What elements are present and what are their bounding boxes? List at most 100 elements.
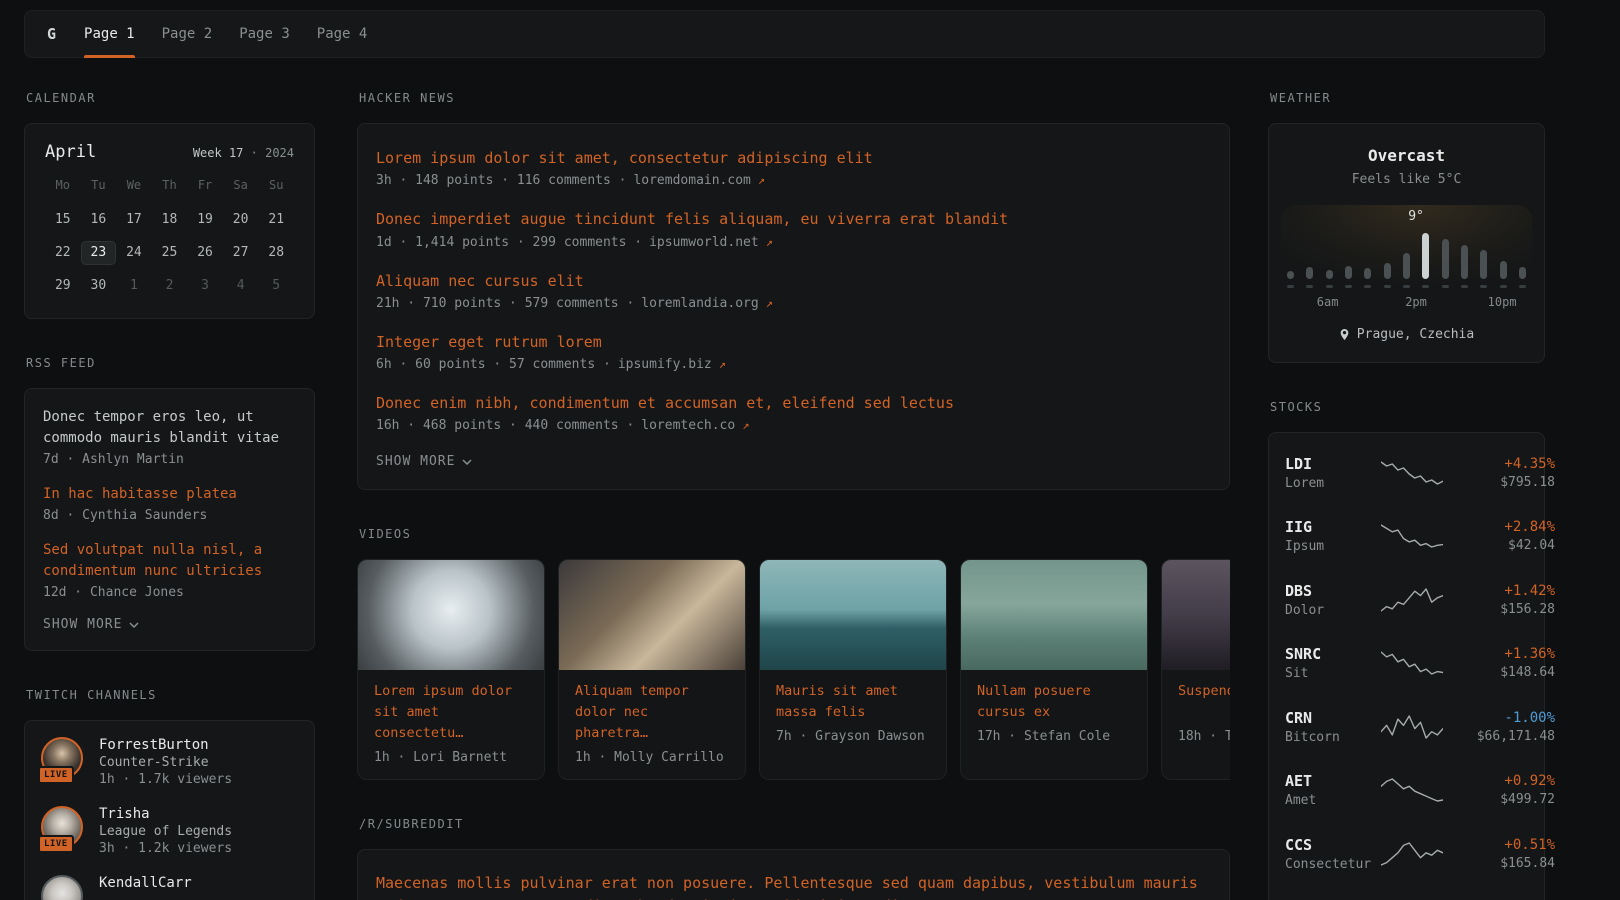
stock-row[interactable]: LDI Lorem +4.35% $795.18 [1285,441,1528,505]
video-meta: 1h · Molly Carrillo [575,750,729,765]
stock-row[interactable]: CCS Consectetur +0.51% $165.84 [1285,822,1528,886]
video-thumbnail[interactable] [358,560,544,670]
app-logo[interactable]: G [47,11,56,57]
calendar-month: April [45,142,96,162]
stock-symbol[interactable]: IIG [1285,518,1381,536]
hn-story-domain-link[interactable]: ipsumify.biz [618,357,712,372]
rss-item-title[interactable]: Sed volutpat nulla nisl, a condimentum n… [43,540,296,582]
external-link-icon: ↗ [742,418,749,432]
rss-item-title[interactable]: Donec tempor eros leo, ut commodo mauris… [43,407,296,449]
twitch-channel-list: LIVE ForrestBurton Counter-Strike 1h · 1… [41,737,298,900]
stock-row[interactable]: IIG Ipsum +2.84% $42.04 [1285,505,1528,569]
stock-identity: LDI Lorem [1285,455,1381,491]
weather-hour-dot [1422,285,1429,288]
rss-item-list: Donec tempor eros leo, ut commodo mauris… [43,407,296,600]
calendar-day-headers: MoTuWeThFrSaSu [45,178,294,192]
subreddit-post-list: Maecenas mollis pulvinar erat non posuer… [376,872,1211,900]
stock-row[interactable]: SNRC Sit +1.36% $148.64 [1285,632,1528,696]
twitch-channel-meta: 1h · 1.7k viewers [99,772,232,787]
rss-item-meta: 7d · Ashlyn Martin [43,452,296,467]
stock-name: Consectetur [1285,857,1381,872]
twitch-channel-row[interactable]: LIVE ForrestBurton Counter-Strike 1h · 1… [41,737,298,787]
video-title[interactable]: Lorem ipsum dolor sit amet consectetu… [374,681,528,744]
stock-name: Sit [1285,666,1381,681]
stock-symbol[interactable]: CRN [1285,709,1381,727]
stock-name: Bitcorn [1285,730,1381,745]
hn-story-title[interactable]: Donec imperdiet augue tincidunt felis al… [376,209,1211,229]
calendar-dow-label: Th [152,178,188,192]
hn-show-more-button[interactable]: SHOW MORE [376,454,1211,469]
page-tab[interactable]: Page 3 [239,11,290,57]
twitch-channel-name[interactable]: Trisha [99,806,232,822]
weather-hour-dot [1519,285,1526,288]
weather-widget-title: WEATHER [1270,91,1545,105]
hn-story-title[interactable]: Integer eget rutrum lorem [376,332,1211,352]
calendar-widget-title: CALENDAR [26,91,315,105]
stock-row[interactable]: AET Amet +0.92% $499.72 [1285,759,1528,823]
hn-story-title[interactable]: Donec enim nibh, condimentum et accumsan… [376,393,1211,413]
video-card-body: Suspendisse diam 18h · Tara [1162,670,1230,758]
twitch-channel-name[interactable]: ForrestBurton [99,737,232,753]
page-tab[interactable]: Page 4 [317,11,368,57]
video-card[interactable]: Nullam posuere cursus ex 17h · Stefan Co… [960,559,1148,780]
hn-story-domain-link[interactable]: loremtech.co [641,418,735,433]
hn-story-title[interactable]: Lorem ipsum dolor sit amet, consectetur … [376,148,1211,168]
page-tab[interactable]: Page 2 [162,11,213,57]
stock-list: LDI Lorem +4.35% $795.18 [1285,441,1528,900]
weather-location-row: Prague, Czechia [1287,327,1526,342]
stock-sparkline [1381,649,1443,677]
stock-symbol[interactable]: SNRC [1285,645,1381,663]
hn-story-meta: 3h · 148 points · 116 comments · loremdo… [376,173,1211,188]
stock-row[interactable]: DBS Dolor +1.42% $156.28 [1285,568,1528,632]
calendar-day: 4 [223,274,259,298]
video-card[interactable]: Mauris sit amet massa felis 7h · Grayson… [759,559,947,780]
video-title[interactable]: Suspendisse diam [1178,681,1230,723]
calendar-days: 1516171819202122232425262728293012345 [45,208,294,298]
video-thumbnail[interactable] [559,560,745,670]
rss-item-title[interactable]: In hac habitasse platea [43,484,296,505]
video-card[interactable]: Lorem ipsum dolor sit amet consectetu… 1… [357,559,545,780]
video-title[interactable]: Aliquam tempor dolor nec pharetra… [575,681,729,744]
twitch-channel-name[interactable]: KendallCarr [99,875,192,891]
hn-story-domain-link[interactable]: ipsumworld.net [649,235,759,250]
video-card[interactable]: Aliquam tempor dolor nec pharetra… 1h · … [558,559,746,780]
video-title[interactable]: Nullam posuere cursus ex [977,681,1131,723]
calendar-day: 2 [152,274,188,298]
stock-symbol[interactable]: AET [1285,772,1381,790]
calendar-week: Week 17 [193,146,244,160]
stock-symbol[interactable]: DBS [1285,582,1381,600]
video-card-body: Lorem ipsum dolor sit amet consectetu… 1… [358,670,544,779]
weather-time-labels: 6am2pm10pm [1287,295,1526,311]
twitch-widget: TWITCH CHANNELS LIVE [24,688,315,900]
video-thumbnail[interactable] [760,560,946,670]
rss-show-more-button[interactable]: SHOW MORE [43,617,296,632]
stock-identity: CRN Bitcorn [1285,709,1381,745]
hn-story-title[interactable]: Aliquam nec cursus elit [376,271,1211,291]
video-thumbnail[interactable] [1162,560,1230,670]
stock-sparkline [1381,522,1443,550]
video-thumbnail[interactable] [961,560,1147,670]
weather-time-label: 10pm [1488,295,1517,309]
subreddit-post: Maecenas mollis pulvinar erat non posuer… [376,872,1211,900]
right-column: WEATHER Overcast Feels like 5°C 9° [1268,91,1545,900]
weather-time-label: 6am [1317,295,1339,309]
twitch-avatar-wrap: LIVE [41,737,85,781]
rss-item: Sed volutpat nulla nisl, a condimentum n… [43,540,296,600]
stock-symbol[interactable]: LDI [1285,455,1381,473]
subreddit-post-title[interactable]: Maecenas mollis pulvinar erat non posuer… [376,872,1211,900]
weather-hour-dot [1384,285,1391,288]
page-tab[interactable]: Page 1 [84,11,135,57]
hn-story-meta: 16h · 468 points · 440 comments · loremt… [376,418,1211,433]
twitch-channel-row[interactable]: LIVE Trisha League of Legends 3h · 1.2k … [41,806,298,856]
hackernews-widget: HACKER NEWS Lorem ipsum dolor sit amet, … [357,91,1230,490]
stock-row[interactable]: AHS +0.46% [1285,886,1528,900]
video-card[interactable]: Suspendisse diam 18h · Tara [1161,559,1230,780]
hn-story-domain-link[interactable]: loremlandia.org [641,296,758,311]
twitch-channel-row[interactable]: LIVE KendallCarr [41,875,298,900]
calendar-day: 26 [187,241,223,265]
video-card-list: Lorem ipsum dolor sit amet consectetu… 1… [357,559,1230,780]
stock-symbol[interactable]: CCS [1285,836,1381,854]
video-title[interactable]: Mauris sit amet massa felis [776,681,930,723]
hn-story-domain-link[interactable]: loremdomain.com [633,173,750,188]
stock-row[interactable]: CRN Bitcorn -1.00% $66,171.48 [1285,695,1528,759]
